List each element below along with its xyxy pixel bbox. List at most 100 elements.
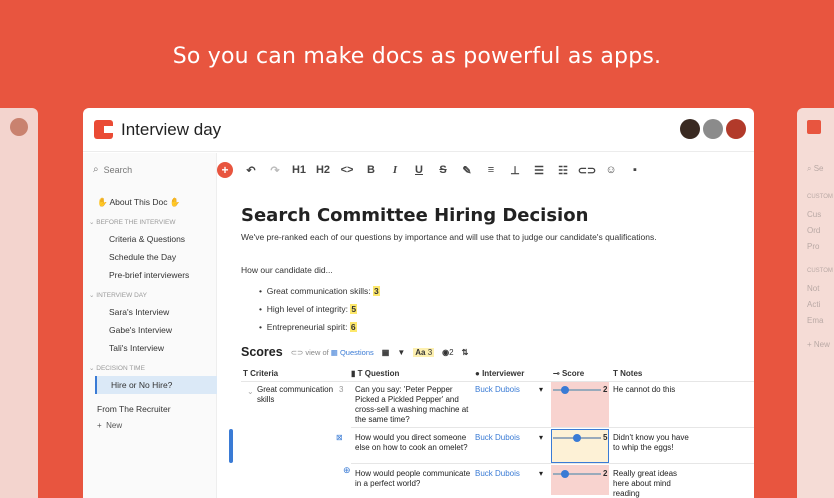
column-header-criteria[interactable]: T Criteria (243, 367, 278, 381)
column-header-interviewer[interactable]: ● Interviewer (475, 367, 524, 381)
avatar[interactable] (726, 119, 746, 139)
section-label: Decision time (96, 365, 145, 372)
bullet-label: Entrepreneurial spirit: (266, 322, 348, 332)
comment-icon[interactable]: ▪ (623, 158, 647, 182)
source-table-link[interactable]: Questions (340, 348, 374, 357)
section-header[interactable]: ⌄ Before the interview (83, 215, 217, 230)
bullets-icon[interactable]: ☰ (527, 158, 551, 182)
bullet-label: High level of integrity: (266, 304, 348, 314)
column-header-score[interactable]: ⊸ Score (553, 367, 584, 381)
divider (351, 427, 754, 428)
heading1-button[interactable]: H1 (287, 158, 311, 182)
strikethrough-button[interactable]: S (431, 158, 455, 182)
criteria-cell[interactable]: Great communication skills (257, 385, 339, 405)
avatar (10, 118, 28, 136)
interviewer-cell[interactable]: Buck Dubois (475, 385, 520, 395)
sidebar-item-schedule[interactable]: Schedule the Day (83, 248, 217, 266)
page-list: ✋ About This Doc ✋ ⌄ Before the intervie… (83, 193, 217, 434)
heading2-button[interactable]: H2 (311, 158, 335, 182)
sidebar-item-gabe[interactable]: Gabe's Interview (83, 321, 217, 339)
column-header-question[interactable]: ▮ T Question (351, 367, 399, 381)
add-row-icon[interactable]: ⊕ (343, 465, 351, 475)
expand-row-icon[interactable]: ⊠ (336, 433, 343, 443)
sidebar-item-sara[interactable]: Sara's Interview (83, 303, 217, 321)
interviewer-cell[interactable]: Buck Dubois (475, 469, 520, 479)
notes-cell[interactable]: Didn't know you have to whip the eggs! (613, 433, 693, 453)
chevron-down-icon[interactable]: ▾ (539, 469, 543, 479)
doc-title: Interview day (121, 120, 222, 139)
search-input[interactable]: Search (104, 165, 133, 175)
score-slider[interactable]: 5 (553, 433, 611, 443)
grid-icon[interactable]: ▦ (382, 348, 390, 357)
visibility-control[interactable]: ◉2 (442, 348, 453, 357)
question-cell[interactable]: How would you direct someone else on how… (355, 433, 473, 453)
filter-icon[interactable]: ▼ (397, 348, 405, 357)
question-cell[interactable]: How would people communicate in a perfec… (355, 469, 473, 489)
score-slider[interactable]: 2 (553, 385, 611, 395)
score-slider[interactable]: 2 (553, 469, 611, 479)
title-bar: Interview day (83, 108, 754, 152)
divider (351, 463, 754, 464)
sidebar-item-prebrief[interactable]: Pre-brief interviewers (83, 266, 217, 284)
column-label: Interviewer (482, 369, 525, 378)
criteria-count: 3 (339, 385, 344, 394)
sidebar-item-about[interactable]: ✋ About This Doc ✋ (83, 193, 217, 211)
section-label: Before the interview (96, 219, 176, 226)
align-icon[interactable]: ≡ (479, 158, 503, 182)
list-item: Not (807, 284, 820, 293)
bold-button[interactable]: B (359, 158, 383, 182)
table-title: Scores (241, 345, 283, 359)
underline-button[interactable]: U (407, 158, 431, 182)
formula-value[interactable]: 6 (349, 322, 357, 332)
insert-button[interactable]: + (217, 162, 233, 178)
link-icon[interactable]: ⊂⊃ (575, 158, 599, 182)
avatar[interactable] (680, 119, 700, 139)
search-icon: ⌕ (93, 164, 99, 175)
bullet-item: • Entrepreneurial spirit: 6 (259, 322, 357, 332)
row-drag-handle[interactable] (229, 429, 233, 463)
section-header[interactable]: ⌄ Interview day (83, 288, 217, 303)
toolbar: + ↶ ↷ H1 H2 <> B I U S ✎ ≡ ⊥ ☰ ☷ ⊂⊃ ☺ ▪ (217, 153, 754, 187)
score-value: 2 (603, 385, 608, 394)
expand-icon[interactable]: ⌄ (247, 387, 254, 397)
new-page-button[interactable]: + New (83, 418, 217, 434)
view-of-label[interactable]: ⊂⊃ view of ▦ Questions (291, 348, 374, 357)
page-title: Search Committee Hiring Decision (241, 205, 589, 226)
notes-cell[interactable]: He cannot do this (613, 385, 693, 395)
new-link: + New (807, 340, 830, 349)
background-doc-left (0, 108, 38, 498)
sidebar-item-tali[interactable]: Tali's Interview (83, 339, 217, 357)
numbered-list-icon[interactable]: ☷ (551, 158, 575, 182)
section-header[interactable]: ⌄ Decision time (83, 361, 217, 376)
column-label: Criteria (250, 369, 279, 378)
notes-cell[interactable]: Really great ideas here about mind readi… (613, 469, 693, 498)
emoji-icon[interactable]: ☺ (599, 158, 623, 182)
doc-canvas: Search Committee Hiring Decision We've p… (217, 187, 754, 498)
formula-value[interactable]: 5 (350, 304, 358, 314)
column-header-notes[interactable]: T Notes (613, 367, 642, 381)
italic-button[interactable]: I (383, 158, 407, 182)
sort-icon[interactable]: ⇅ (462, 348, 469, 357)
code-button[interactable]: <> (335, 158, 359, 182)
sidebar-search[interactable]: ⌕ Search (93, 164, 132, 175)
sidebar-item-criteria[interactable]: Criteria & Questions (83, 230, 217, 248)
sidebar-item-hire[interactable]: Hire or No Hire? (95, 376, 217, 394)
highlight-icon[interactable]: ✎ (455, 158, 479, 182)
chevron-down-icon[interactable]: ▾ (539, 433, 543, 443)
sidebar-item-recruiter[interactable]: From The Recruiter (83, 400, 217, 418)
how-text: How our candidate did... (241, 265, 333, 275)
redo-icon[interactable]: ↷ (263, 158, 287, 182)
visibility-count: 2 (449, 347, 454, 357)
bullet-item: • High level of integrity: 5 (259, 304, 358, 314)
interviewer-cell[interactable]: Buck Dubois (475, 433, 520, 443)
avatar[interactable] (703, 119, 723, 139)
view-of-text: view of (305, 347, 329, 357)
valign-icon[interactable]: ⊥ (503, 158, 527, 182)
app-window: Interview day ⌕ Search ✋ About This Doc … (83, 108, 754, 498)
formula-value[interactable]: 3 (373, 286, 380, 296)
undo-icon[interactable]: ↶ (239, 158, 263, 182)
bullet-label: Great communication skills: (266, 286, 371, 296)
question-cell[interactable]: Can you say: 'Peter Pepper Picked a Pick… (355, 385, 473, 425)
font-size-control[interactable]: Aa 3 (413, 347, 435, 357)
chevron-down-icon[interactable]: ▾ (539, 385, 543, 395)
